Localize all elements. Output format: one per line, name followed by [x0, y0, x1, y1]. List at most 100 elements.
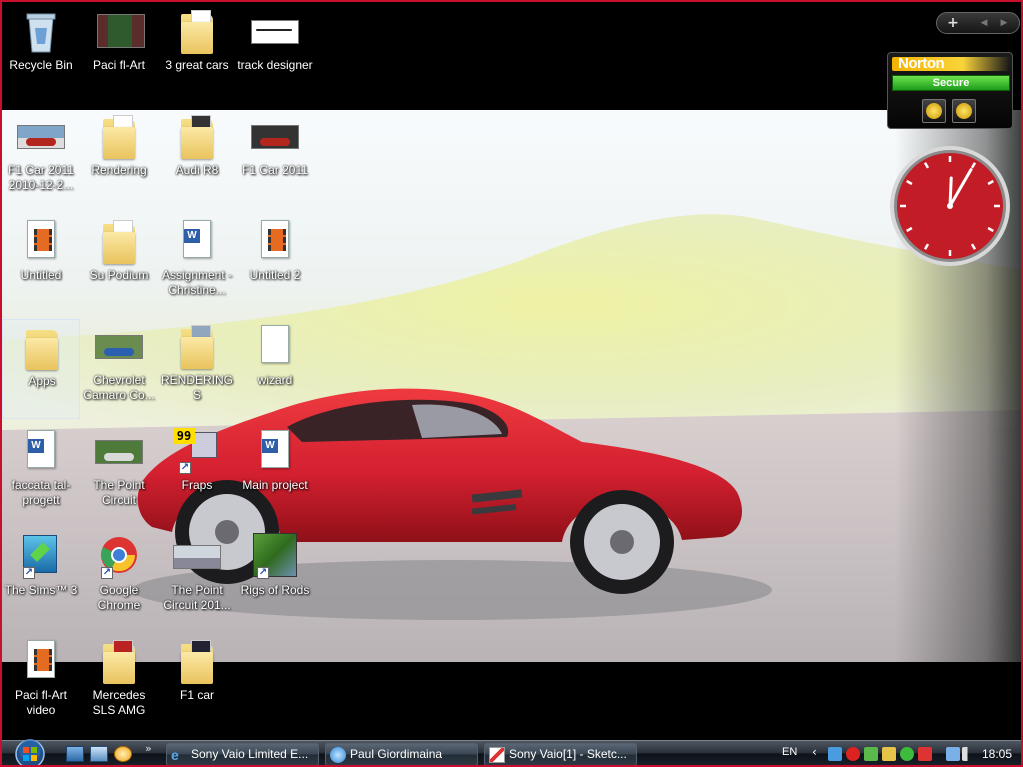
- folder-icon: [101, 638, 137, 686]
- quick-launch-app-icon[interactable]: [114, 746, 132, 762]
- desktop-icon-label: The Point Circuit 201...: [163, 583, 231, 612]
- security-tray-icon[interactable]: [918, 747, 932, 761]
- antivirus-alert-tray-icon[interactable]: [846, 747, 860, 761]
- display-tray-icon[interactable]: [946, 747, 960, 761]
- desktop-icon-f1-car-2011[interactable]: F1 Car 2011: [236, 109, 314, 209]
- desktop-icon-paci-fl-art[interactable]: Paci fl-Art: [80, 4, 158, 104]
- taskbar-button-browser[interactable]: e Sony Vaio Limited E...: [166, 743, 319, 765]
- desktop-icon-untitled[interactable]: Untitled: [2, 214, 80, 314]
- norton-open-button[interactable]: [922, 99, 946, 123]
- chrome-icon: ↗: [101, 533, 137, 581]
- folder-icon: [179, 323, 215, 371]
- word-document-icon: W: [179, 218, 215, 266]
- desktop-icon-google-chrome[interactable]: ↗ Google Chrome: [80, 529, 158, 629]
- desktop-icon-su-podium[interactable]: Su Podium: [80, 214, 158, 314]
- desktop-icon-label: The Point Circuit: [93, 478, 145, 507]
- next-page-icon[interactable]: ▶: [995, 14, 1013, 32]
- quick-launch-overflow-icon[interactable]: »: [145, 742, 152, 755]
- desktop-icon-3-great-cars[interactable]: 3 great cars: [158, 4, 236, 104]
- desktop-icon-chevrolet-camaro[interactable]: Chevrolet Camaro Co...: [80, 319, 158, 419]
- rigs-of-rods-icon: ↗: [253, 533, 297, 581]
- folder-icon: [24, 324, 60, 372]
- video-file-icon: [23, 218, 59, 266]
- desktop-icon-mercedes-sls-amg[interactable]: Mercedes SLS AMG: [80, 634, 158, 734]
- desktop-icon-label: Fraps: [181, 478, 213, 492]
- desktop-icon-label: 3 great cars: [165, 58, 229, 72]
- video-file-icon: [23, 638, 59, 686]
- desktop-icon-rigs-of-rods[interactable]: ↗ Rigs of Rods: [236, 529, 314, 629]
- word-document-icon: W: [257, 428, 293, 476]
- desktop-icon-paci-fl-art-video[interactable]: Paci fl-Art video: [2, 634, 80, 734]
- desktop-icon-label: Chevrolet Camaro Co...: [83, 373, 155, 402]
- desktop-icon-label: Recycle Bin: [9, 58, 73, 72]
- clock-gadget[interactable]: [888, 144, 1012, 268]
- sketchup-file-icon: [251, 8, 299, 56]
- desktop-icon-track-designer[interactable]: track designer: [236, 4, 314, 104]
- shortcut-arrow-icon: ↗: [101, 567, 113, 579]
- sketchup-icon: [489, 747, 505, 763]
- desktop-icon-apps[interactable]: Apps: [2, 319, 80, 419]
- norton-status: Secure: [892, 75, 1010, 91]
- volume-icon[interactable]: [962, 747, 976, 761]
- recycle-bin-icon: [23, 8, 59, 56]
- desktop-icon-label: Mercedes SLS AMG: [92, 688, 146, 717]
- show-hidden-icons-icon[interactable]: ‹: [812, 745, 817, 759]
- desktop-icon-label: Assignment -Christine...: [161, 268, 233, 297]
- shortcut-arrow-icon: ↗: [23, 567, 35, 579]
- start-button[interactable]: [8, 737, 52, 767]
- desktop-icon-rendering[interactable]: Rendering: [80, 109, 158, 209]
- desktop-icon-the-sims-3[interactable]: ↗ The Sims™ 3: [2, 529, 80, 629]
- desktop-icon-assignment-christine[interactable]: W Assignment -Christine...: [158, 214, 236, 314]
- norton-logo-icon: [926, 103, 942, 119]
- desktop-icon-main-project[interactable]: W Main project: [236, 424, 314, 524]
- fraps-icon: 99 ↗: [173, 428, 217, 476]
- switch-windows-icon[interactable]: [90, 746, 108, 762]
- sketchup-file-icon: [17, 113, 65, 161]
- desktop-icon-recycle-bin[interactable]: Recycle Bin: [2, 4, 80, 104]
- show-desktop-icon[interactable]: [66, 746, 84, 762]
- taskbar-button-label: Paul Giordimaina: [350, 747, 443, 761]
- norton-scan-button[interactable]: [952, 99, 976, 123]
- norton-gadget[interactable]: Norton Secure: [887, 52, 1013, 129]
- sims-icon: ↗: [23, 533, 59, 581]
- folder-icon: [179, 8, 215, 56]
- word-document-icon: W: [23, 428, 59, 476]
- desktop-icon-wizard[interactable]: wizard: [236, 319, 314, 419]
- ie-icon: e: [171, 747, 179, 763]
- taskbar-button-sketchup[interactable]: Sony Vaio[1] - Sketc...: [484, 743, 637, 765]
- shortcut-arrow-icon: ↗: [257, 567, 269, 579]
- desktop-icon-the-point-circuit-201[interactable]: The Point Circuit 201...: [158, 529, 236, 629]
- desktop-icon-untitled-2[interactable]: Untitled 2: [236, 214, 314, 314]
- desktop-icon-the-point-circuit[interactable]: The Point Circuit: [80, 424, 158, 524]
- desktop-icon-faccata-tal-progett[interactable]: W faccata tal-progett: [2, 424, 80, 524]
- language-indicator[interactable]: EN: [782, 746, 797, 758]
- desktop-icon-fraps[interactable]: 99 ↗ Fraps: [158, 424, 236, 524]
- desktop-icon-label: Paci fl-Art: [92, 58, 145, 72]
- desktop-icon-f1-car-2011-2010[interactable]: F1 Car 2011 2010-12-2...: [2, 109, 80, 209]
- desktop-icon-f1-car[interactable]: F1 car: [158, 634, 236, 734]
- desktop-icon-label: wizard: [257, 373, 293, 387]
- desktop-icon-label: track designer: [237, 58, 313, 72]
- desktop-icon-renderings[interactable]: RENDERINGS: [158, 319, 236, 419]
- sketchup-file-icon: [173, 533, 221, 581]
- folder-icon: [101, 113, 137, 161]
- desktop-icon-label: Su Podium: [89, 268, 149, 282]
- norton-scan-icon: [956, 103, 972, 119]
- taskbar-button-chat[interactable]: Paul Giordimaina: [325, 743, 478, 765]
- desktop-icon-label: Google Chrome: [97, 583, 141, 612]
- norton-tray-icon[interactable]: [900, 747, 914, 761]
- network-tray-icon[interactable]: [828, 747, 842, 761]
- app-tray-icon[interactable]: [882, 747, 896, 761]
- previous-page-icon[interactable]: ◀: [975, 14, 993, 32]
- status-tray-icon[interactable]: [864, 747, 878, 761]
- norton-title: Norton: [898, 55, 945, 72]
- sketchup-file-icon: [95, 428, 143, 476]
- taskbar-clock[interactable]: 18:05: [982, 747, 1012, 761]
- folder-icon: [179, 113, 215, 161]
- fraps-counter: 99: [173, 428, 195, 444]
- video-project-icon: [97, 8, 145, 56]
- add-gadget-button[interactable]: +: [943, 14, 963, 32]
- chat-icon: [330, 747, 346, 763]
- desktop-icon-audi-r8[interactable]: Audi R8: [158, 109, 236, 209]
- folder-icon: [179, 638, 215, 686]
